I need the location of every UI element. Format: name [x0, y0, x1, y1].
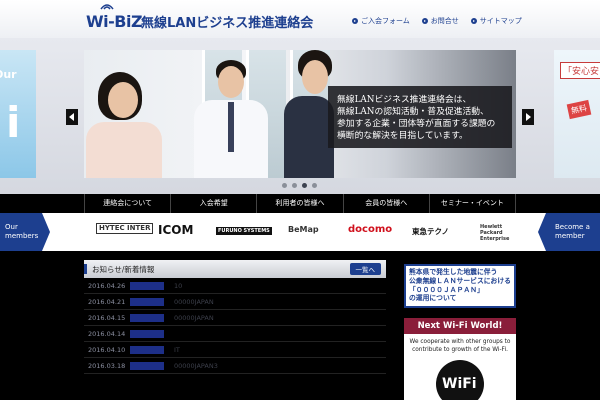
news-row[interactable]: 2016.04.15 00000JAPAN [84, 310, 386, 326]
news-text[interactable]: 00000JAPAN [174, 298, 214, 306]
next-slide-preview[interactable]: 「安心安 無料 [554, 50, 600, 178]
nav-item-join[interactable]: 入会希望 [170, 194, 256, 213]
arrow-circle-icon [470, 18, 477, 24]
prev-slide-preview[interactable]: Our i [0, 50, 36, 178]
slider-prev-button[interactable] [66, 109, 78, 125]
news-row[interactable]: 2016.04.10 IT [84, 342, 386, 358]
prev-slide-text: Our [0, 68, 17, 81]
news-text[interactable]: 10 [174, 282, 182, 290]
news-date: 2016.04.21 [88, 297, 126, 306]
next-wifi-text: We cooperate with other groups to contri… [409, 339, 511, 353]
member-logo-furuno[interactable]: FURUNO SYSTEMS [216, 227, 272, 235]
nav-item-members[interactable]: 会員の皆様へ [342, 194, 429, 213]
earthquake-notice-text: 熊本県で発生した地震に伴う 公衆無線ＬＡＮサービスにおける 「００００ＪＡＰＡＮ… [409, 268, 511, 303]
member-logo-docomo[interactable]: docomo [348, 224, 392, 235]
wifi-logo-icon: WiFi [436, 360, 484, 400]
news-category-badge [130, 281, 164, 290]
news-category-badge [130, 297, 164, 306]
arrow-circle-icon [421, 18, 428, 24]
join-form-label: ご入会フォーム [361, 17, 410, 25]
sitemap-link[interactable]: サイトマップ [470, 16, 522, 26]
member-logo-icom[interactable]: ICOM [158, 223, 193, 237]
slider-dot[interactable] [312, 183, 317, 188]
our-members-label: Our members [0, 213, 50, 251]
nav-item-users[interactable]: 利用者の皆様へ [256, 194, 342, 213]
next-wifi-title: Next Wi-Fi World! [404, 318, 516, 334]
nav-items: 連絡会について 入会希望 利用者の皆様へ 会員の皆様へ セミナー・イベント [84, 194, 517, 213]
news-list: 2016.04.26 10 2016.04.21 00000JAPAN 2016.04.… [84, 278, 386, 374]
news-category-badge [130, 361, 164, 370]
logo-wordmark: Wi-BiZ [86, 12, 143, 31]
wifi-wave-icon [100, 4, 114, 10]
become-member-button[interactable]: Become a member [538, 213, 600, 251]
wibiz-logo[interactable]: Wi-BiZ [86, 4, 143, 31]
news-row[interactable]: 2016.04.21 00000JAPAN [84, 294, 386, 310]
arrow-circle-icon [352, 18, 358, 24]
slider-dot[interactable] [282, 183, 287, 188]
site-header: Wi-BiZ 無線LANビジネス推進連絡会 ご入会フォーム お問合せ サイトマッ… [0, 0, 600, 38]
slider-pagination [282, 183, 317, 188]
contact-label: お問合せ [430, 17, 459, 25]
member-logo-tokyu[interactable]: 東急テクノ [412, 226, 449, 237]
news-title: お知らせ/新着情報 [84, 264, 154, 275]
news-category-badge [130, 329, 164, 338]
slider-next-button[interactable] [522, 109, 534, 125]
news-date: 2016.04.15 [88, 313, 126, 322]
news-text[interactable]: 00000JAPAN3 [174, 362, 218, 370]
sidebar: 熊本県で発生した地震に伴う 公衆無線ＬＡＮサービスにおける 「００００ＪＡＰＡＮ… [404, 264, 516, 400]
join-form-link[interactable]: ご入会フォーム [352, 16, 410, 26]
hero-slide[interactable]: 無線LANビジネス推進連絡会は、 無線LANの認知活動・普及促進活動、 参加する… [84, 50, 516, 178]
global-nav: 連絡会について 入会希望 利用者の皆様へ 会員の皆様へ セミナー・イベント [0, 194, 600, 213]
news-date: 2016.04.26 [88, 281, 126, 290]
prev-slide-big-letter: i [6, 98, 21, 147]
news-header: お知らせ/新着情報 一覧へ [84, 260, 386, 278]
news-category-badge [130, 313, 164, 322]
slider-dot[interactable] [292, 183, 297, 188]
earthquake-notice-banner[interactable]: 熊本県で発生した地震に伴う 公衆無線ＬＡＮサービスにおける 「００００ＪＡＰＡＮ… [404, 264, 516, 308]
news-text[interactable]: 00000JAPAN [174, 314, 214, 322]
header-links: ご入会フォーム お問合せ サイトマップ [352, 16, 522, 26]
slider-dot-active[interactable] [302, 183, 307, 188]
our-members-text: Our members [5, 223, 39, 240]
news-date: 2016.04.10 [88, 345, 126, 354]
news-category-badge [130, 345, 164, 354]
news-row[interactable]: 2016.03.18 00000JAPAN3 [84, 358, 386, 374]
wifi-logo-text: WiFi [442, 376, 477, 392]
next-slide-badge: 「安心安 [560, 62, 600, 79]
nav-item-about[interactable]: 連絡会について [84, 194, 170, 213]
news-more-button[interactable]: 一覧へ [349, 263, 381, 275]
member-logo-hytec[interactable]: HYTEC INTER [96, 223, 154, 234]
sitemap-label: サイトマップ [479, 17, 522, 25]
news-section: お知らせ/新着情報 一覧へ 2016.04.26 10 2016.04.21 0000… [84, 260, 386, 400]
next-slide-tag: 無料 [566, 99, 592, 120]
members-carousel: Our members HYTEC INTER ICOM FURUNO SYST… [0, 213, 600, 251]
become-member-text: Become a member [555, 223, 590, 240]
contact-link[interactable]: お問合せ [421, 16, 459, 26]
org-name: 無線LANビジネス推進連絡会 [141, 16, 314, 31]
news-date: 2016.03.18 [88, 361, 126, 370]
nav-item-seminars[interactable]: セミナー・イベント [428, 194, 517, 213]
hero-caption: 無線LANビジネス推進連絡会は、 無線LANの認知活動・普及促進活動、 参加する… [328, 86, 512, 148]
member-logo-hpe[interactable]: Hewlett Packard Enterprise [480, 224, 526, 242]
next-wifi-world-panel[interactable]: Next Wi-Fi World! We cooperate with othe… [404, 318, 516, 400]
news-date: 2016.04.14 [88, 329, 126, 338]
news-row[interactable]: 2016.04.26 10 [84, 278, 386, 294]
news-row[interactable]: 2016.04.14 [84, 326, 386, 342]
member-logo-bemap[interactable]: BeMap [288, 225, 319, 234]
hero-caption-text: 無線LANビジネス推進連絡会は、 無線LANの認知活動・普及促進活動、 参加する… [337, 95, 496, 141]
news-text[interactable]: IT [174, 346, 180, 354]
